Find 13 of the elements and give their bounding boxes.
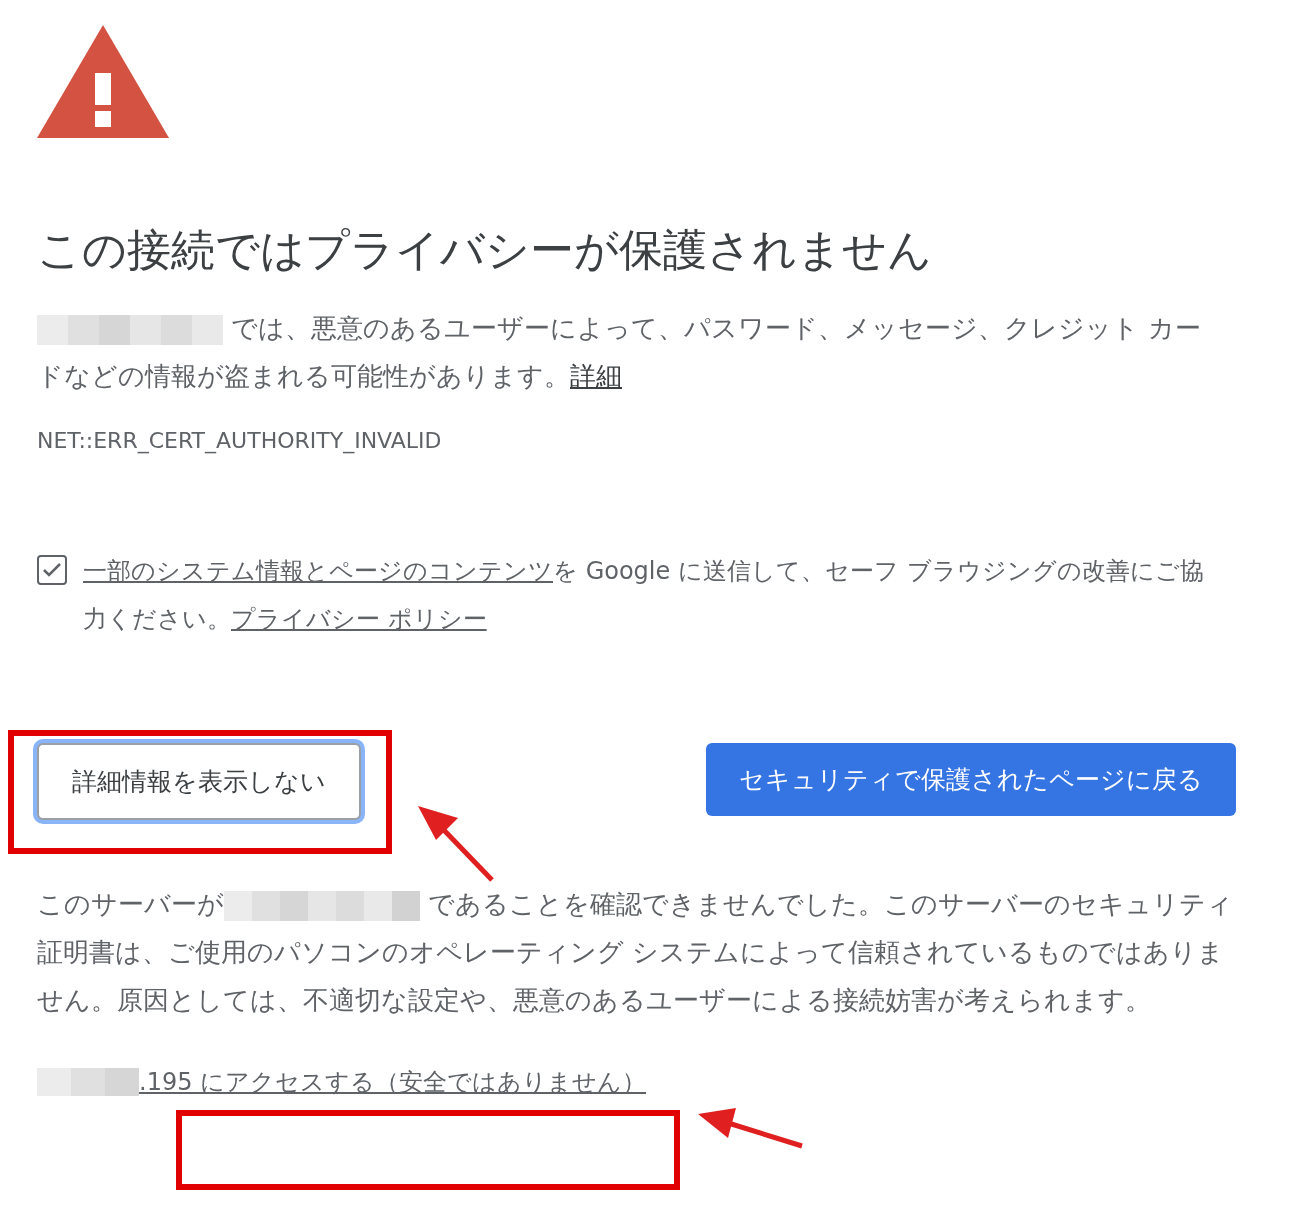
details-text: このサーバーが であることを確認できませんでした。このサーバーのセキュリティ証明書は、ご使用のパソコンのオペレーティング システムによって信頼されているものではありません。原因としては、不適切な設定や、悪意のあるユーザーによる接続妨害が考えられます。 — [37, 888, 1235, 1017]
proceed-link[interactable]: .195 にアクセスする（安全ではありません） — [139, 1064, 647, 1100]
back-to-safety-button[interactable]: セキュリティで保護されたページに戻る — [706, 743, 1236, 816]
intro-text: では、悪意のあるユーザーによって、パスワード、メッセージ、クレジット カードなどの情報が盗まれる可能性があります。詳細 — [37, 312, 1202, 393]
warning-icon — [37, 25, 169, 138]
details-link[interactable]: 詳細 — [570, 361, 622, 391]
page-heading: この接続ではプライバシーが保護されません — [37, 223, 933, 277]
system-info-link[interactable]: 一部のシステム情報とページのコンテンツ — [83, 557, 553, 585]
error-code: NET::ERR_CERT_AUTHORITY_INVALID — [37, 427, 443, 456]
report-text: 一部のシステム情報とページのコンテンツ を Google に送信して、セーフ ブラウジングの改善にご協力ください。プライバシー ポリシー — [83, 556, 1205, 635]
check-icon — [42, 562, 62, 578]
privacy-policy-link[interactable]: プライバシー ポリシー — [231, 605, 487, 633]
report-checkbox[interactable] — [37, 555, 67, 585]
